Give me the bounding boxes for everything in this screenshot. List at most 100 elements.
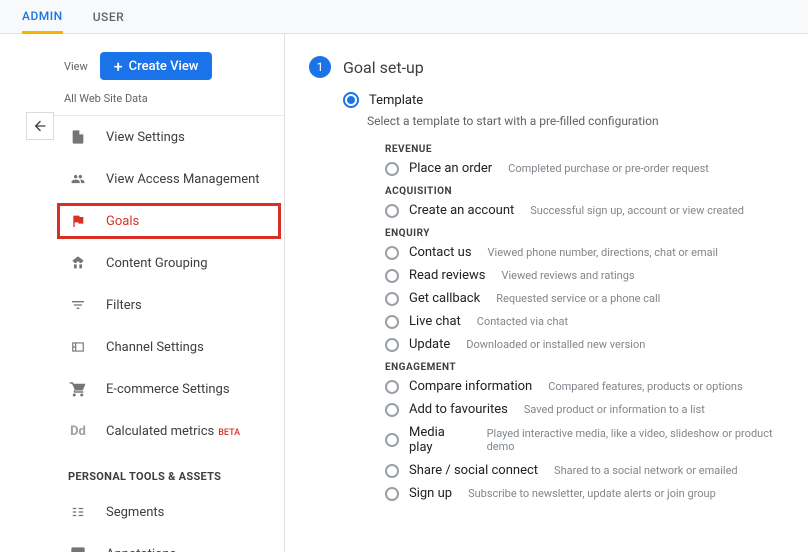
option-label: Create an account bbox=[409, 203, 514, 218]
channel-icon bbox=[68, 340, 88, 354]
beta-badge: BETA bbox=[218, 428, 240, 438]
option-label: Update bbox=[409, 337, 450, 352]
option-label: Sign up bbox=[409, 486, 452, 501]
template-hint: Select a template to start with a pre-fi… bbox=[309, 114, 798, 128]
option-label: Live chat bbox=[409, 314, 461, 329]
template-option[interactable]: Add to favourites Saved product or inform… bbox=[385, 402, 798, 417]
template-group: ENGAGEMENTCompare informationCompared fe… bbox=[309, 362, 798, 501]
annotations-icon bbox=[68, 546, 88, 552]
sidebar-item-label: Calculated metricsBETA bbox=[106, 424, 240, 439]
option-label: Compare information bbox=[409, 379, 532, 394]
group-title: ACQUISITION bbox=[385, 186, 798, 197]
sidebar-item-access-management[interactable]: View Access Management bbox=[54, 158, 284, 200]
sidebar-item-content-grouping[interactable]: Content Grouping bbox=[54, 242, 284, 284]
view-selector[interactable]: All Web Site Data bbox=[54, 88, 284, 116]
sidebar-item-goals[interactable]: Goals bbox=[54, 200, 284, 242]
option-radio[interactable] bbox=[385, 338, 399, 352]
create-view-label: Create View bbox=[129, 59, 199, 74]
sidebar-item-segments[interactable]: Segments bbox=[54, 491, 284, 533]
option-description: Viewed phone number, directions, chat or… bbox=[488, 246, 718, 259]
tab-admin[interactable]: ADMIN bbox=[22, 1, 63, 34]
sidebar-item-channel-settings[interactable]: Channel Settings bbox=[54, 326, 284, 368]
sidebar-item-label: Filters bbox=[106, 298, 142, 313]
template-option[interactable]: Read reviews Viewed reviews and ratings bbox=[385, 268, 798, 283]
tab-bar: ADMIN USER bbox=[0, 0, 808, 34]
template-option[interactable]: UpdateDownloaded or installed new versio… bbox=[385, 337, 798, 352]
sidebar-item-label: Goals bbox=[106, 214, 139, 229]
sidebar-item-label: E-commerce Settings bbox=[106, 382, 230, 397]
template-option[interactable]: Create an account Successful sign up, acc… bbox=[385, 203, 798, 218]
back-button[interactable] bbox=[26, 112, 54, 140]
template-radio[interactable] bbox=[343, 92, 359, 108]
template-option[interactable]: Compare information Compared features, pr… bbox=[385, 379, 798, 394]
segments-icon bbox=[68, 505, 88, 519]
template-option[interactable]: Share / social connect Shared to a social… bbox=[385, 463, 798, 478]
step-number-badge: 1 bbox=[309, 56, 331, 78]
option-description: Compared features, products or options bbox=[548, 380, 742, 393]
template-option[interactable]: Sign up Subscribe to newsletter, update a… bbox=[385, 486, 798, 501]
sidebar-item-label: Segments bbox=[106, 505, 164, 520]
option-description: Subscribe to newsletter, update alerts o… bbox=[468, 487, 716, 500]
plus-icon: + bbox=[114, 57, 123, 76]
option-description: Saved product or information to a list bbox=[524, 403, 705, 416]
template-option[interactable]: Place an order Completed purchase or pre-… bbox=[385, 161, 798, 176]
option-description: Contacted via chat bbox=[477, 315, 568, 328]
template-option[interactable]: Live chat Contacted via chat bbox=[385, 314, 798, 329]
sidebar-item-calculated-metrics[interactable]: Dd Calculated metricsBETA bbox=[54, 410, 284, 452]
sidebar-item-label: View Access Management bbox=[106, 172, 260, 187]
option-label: Get callback bbox=[409, 291, 480, 306]
template-option[interactable]: Contact us Viewed phone number, direction… bbox=[385, 245, 798, 260]
document-icon bbox=[68, 128, 88, 146]
template-group: ACQUISITION Create an account Successful s… bbox=[309, 186, 798, 218]
option-radio[interactable] bbox=[385, 315, 399, 329]
template-option[interactable]: Get callbackRequested service or a phone… bbox=[385, 291, 798, 306]
template-radio-label: Template bbox=[369, 93, 423, 108]
sidebar-item-label: Channel Settings bbox=[106, 340, 204, 355]
group-title: ENQUIRY bbox=[385, 228, 798, 239]
option-description: Completed purchase or pre-order request bbox=[508, 162, 709, 175]
option-radio[interactable] bbox=[385, 246, 399, 260]
option-radio[interactable] bbox=[385, 269, 399, 283]
option-description: Shared to a social network or emailed bbox=[554, 464, 738, 477]
create-view-button[interactable]: + Create View bbox=[100, 52, 213, 80]
people-icon bbox=[68, 172, 88, 186]
hierarchy-icon bbox=[68, 255, 88, 271]
sidebar-item-label: View Settings bbox=[106, 130, 185, 145]
option-radio[interactable] bbox=[385, 380, 399, 394]
template-option[interactable]: Media playPlayed interactive media, like… bbox=[385, 425, 798, 455]
sidebar-item-view-settings[interactable]: View Settings bbox=[54, 116, 284, 158]
filter-icon bbox=[68, 297, 88, 313]
option-radio[interactable] bbox=[385, 162, 399, 176]
step-title: Goal set-up bbox=[343, 58, 424, 77]
flag-icon bbox=[68, 213, 88, 229]
option-label: Place an order bbox=[409, 161, 492, 176]
option-radio[interactable] bbox=[385, 204, 399, 218]
personal-tools-header: PERSONAL TOOLS & ASSETS bbox=[54, 452, 284, 491]
sidebar-panel: View + Create View All Web Site Data Vie… bbox=[0, 34, 285, 552]
option-label: Media play bbox=[409, 425, 471, 455]
sidebar-item-filters[interactable]: Filters bbox=[54, 284, 284, 326]
group-title: REVENUE bbox=[385, 144, 798, 155]
option-label: Share / social connect bbox=[409, 463, 538, 478]
sidebar-item-annotations[interactable]: Annotations bbox=[54, 533, 284, 552]
view-label: View bbox=[64, 60, 88, 73]
option-radio[interactable] bbox=[385, 403, 399, 417]
option-description: Viewed reviews and ratings bbox=[501, 269, 634, 282]
template-group: ENQUIRY Contact us Viewed phone number, di… bbox=[309, 228, 798, 352]
option-description: Successful sign up, account or view crea… bbox=[530, 204, 744, 217]
main-panel: 1 Goal set-up Template Select a template… bbox=[285, 34, 808, 552]
option-label: Contact us bbox=[409, 245, 472, 260]
option-radio[interactable] bbox=[385, 292, 399, 306]
sidebar-item-label: Annotations bbox=[106, 547, 176, 552]
template-group: REVENUE Place an order Completed purchase … bbox=[309, 144, 798, 176]
cart-icon bbox=[68, 380, 88, 398]
sidebar-item-ecommerce-settings[interactable]: E-commerce Settings bbox=[54, 368, 284, 410]
arrow-left-icon bbox=[32, 118, 48, 134]
option-label: Add to favourites bbox=[409, 402, 508, 417]
tab-user[interactable]: USER bbox=[93, 0, 124, 33]
sidebar-item-label: Content Grouping bbox=[106, 256, 208, 271]
option-radio[interactable] bbox=[385, 487, 399, 501]
option-radio[interactable] bbox=[385, 464, 399, 478]
option-label: Read reviews bbox=[409, 268, 485, 283]
option-radio[interactable] bbox=[385, 433, 399, 447]
